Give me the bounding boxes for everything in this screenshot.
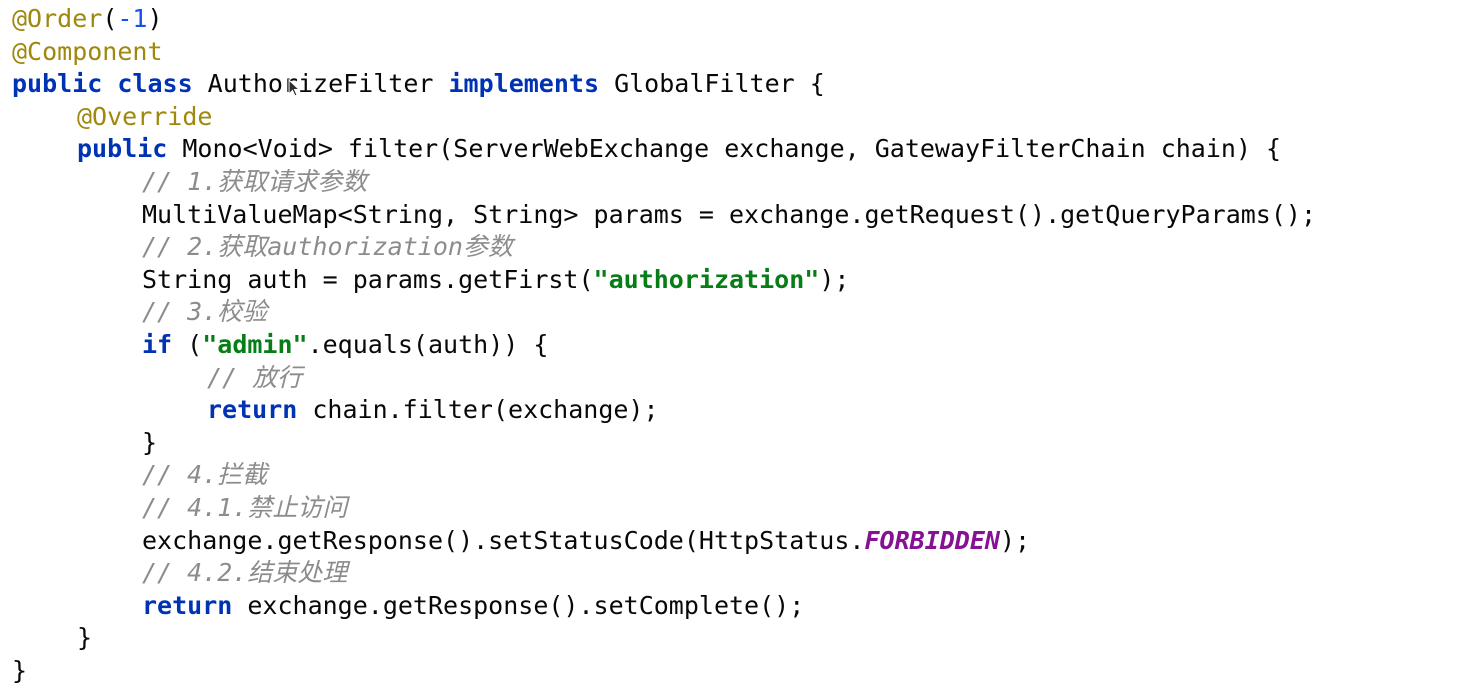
- code-editor[interactable]: @Order(-1) @Component public class Authori…: [0, 0, 1457, 691]
- code-token-keyword: return: [207, 395, 313, 425]
- code-line[interactable]: MultiValueMap<String, String> params = e…: [142, 199, 1316, 231]
- code-token-plain: }: [77, 623, 93, 653]
- code-line[interactable]: @Order(-1): [12, 3, 163, 35]
- code-token-comment: // 3.校验: [142, 297, 268, 327]
- code-token-string: "admin": [202, 330, 308, 359]
- code-token-comment: // 1.获取请求参数: [142, 167, 368, 196]
- code-line[interactable]: if ("admin".equals(auth)) {: [142, 329, 548, 361]
- code-token-annotation: @Component: [12, 36, 163, 66]
- code-token-plain: MultiValueMap<String, String> params = e…: [142, 199, 1316, 229]
- code-line[interactable]: exchange.getResponse().setStatusCode(Htt…: [142, 525, 1030, 557]
- code-token-number: -1: [117, 4, 148, 33]
- code-token-comment: // 放行: [207, 362, 303, 392]
- code-line[interactable]: @Component: [12, 36, 163, 68]
- code-token-keyword: implements: [448, 69, 615, 99]
- code-token-plain: GlobalFilter {: [614, 69, 825, 99]
- code-line[interactable]: @Override: [77, 101, 212, 133]
- code-token-plain: String auth = params.getFirst(: [142, 264, 594, 294]
- code-token-plain: );: [819, 264, 850, 294]
- code-token-plain: Mono<Void> filter(ServerWebExchange exch…: [182, 134, 1282, 164]
- code-token-plain: }: [12, 656, 28, 685]
- code-token-comment: // 4.拦截: [142, 460, 268, 490]
- code-token-comment: // 4.2.结束处理: [142, 558, 348, 588]
- code-token-keyword: return: [142, 590, 248, 620]
- code-line[interactable]: String auth = params.getFirst("authoriza…: [142, 264, 849, 296]
- code-line[interactable]: return chain.filter(exchange);: [207, 394, 659, 426]
- code-token-plain: ): [147, 4, 163, 33]
- code-token-plain: );: [999, 525, 1031, 555]
- code-token-plain: (: [102, 4, 118, 33]
- code-line[interactable]: // 4.拦截: [142, 459, 267, 491]
- code-line[interactable]: }: [142, 427, 157, 459]
- code-line[interactable]: // 1.获取请求参数: [142, 166, 367, 198]
- code-line[interactable]: }: [77, 622, 92, 654]
- code-token-annotation: @Order: [12, 4, 103, 33]
- code-token-plain: exchange.getResponse().setStatusCode(Htt…: [142, 525, 865, 555]
- code-line[interactable]: // 4.1.禁止访问: [142, 492, 347, 524]
- code-token-plain: exchange.getResponse().setComplete();: [247, 590, 805, 620]
- code-line[interactable]: // 2.获取authorization参数: [142, 231, 513, 263]
- code-token-comment: // 4.1.禁止访问: [142, 493, 348, 522]
- code-line[interactable]: // 3.校验: [142, 296, 267, 328]
- code-token-plain: chain.filter(exchange);: [312, 395, 659, 425]
- mouse-cursor-icon: [288, 78, 301, 97]
- code-line[interactable]: // 4.2.结束处理: [142, 557, 347, 589]
- code-token-keyword: public class: [12, 69, 208, 99]
- code-line[interactable]: public Mono<Void> filter(ServerWebExchan…: [77, 133, 1281, 165]
- code-token-annotation: @Override: [77, 101, 213, 131]
- code-token-plain: .equals(auth)) {: [307, 330, 549, 359]
- code-token-keyword: public: [77, 134, 183, 164]
- code-token-string: "authorization": [593, 264, 820, 294]
- code-line[interactable]: }: [12, 655, 27, 687]
- code-token-comment: // 2.获取authorization参数: [142, 232, 513, 262]
- code-line[interactable]: public class AuthorizeFilter implements …: [12, 68, 825, 100]
- code-token-plain: AuthorizeFilter: [207, 69, 449, 99]
- code-token-plain: }: [142, 427, 158, 457]
- code-line[interactable]: return exchange.getResponse().setComplet…: [142, 590, 804, 622]
- code-token-keyword: if: [142, 330, 188, 359]
- code-token-constant: FORBIDDEN: [864, 525, 1000, 555]
- code-token-plain: (: [187, 330, 203, 359]
- code-line[interactable]: // 放行: [207, 362, 302, 394]
